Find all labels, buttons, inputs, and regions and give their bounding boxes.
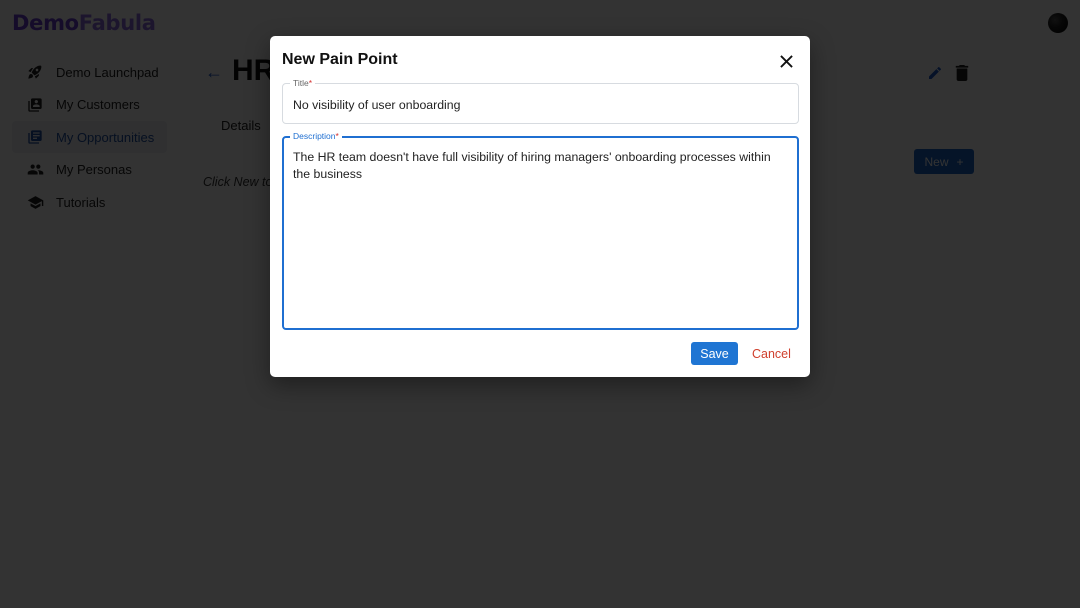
description-field: Description* The HR team doesn't have fu…	[282, 130, 799, 330]
title-field: Title*	[282, 77, 799, 124]
dialog-title: New Pain Point	[282, 51, 398, 68]
new-pain-point-dialog: New Pain Point Title* Description* The H…	[270, 36, 810, 377]
description-field-label: Description*	[290, 130, 342, 142]
description-textarea[interactable]: The HR team doesn't have full visibility…	[293, 149, 783, 319]
save-button[interactable]: Save	[691, 342, 738, 365]
title-field-label: Title*	[290, 77, 316, 89]
title-input[interactable]	[293, 97, 783, 114]
cancel-button[interactable]: Cancel	[752, 342, 791, 365]
close-icon	[779, 54, 793, 68]
close-button[interactable]	[776, 51, 796, 71]
